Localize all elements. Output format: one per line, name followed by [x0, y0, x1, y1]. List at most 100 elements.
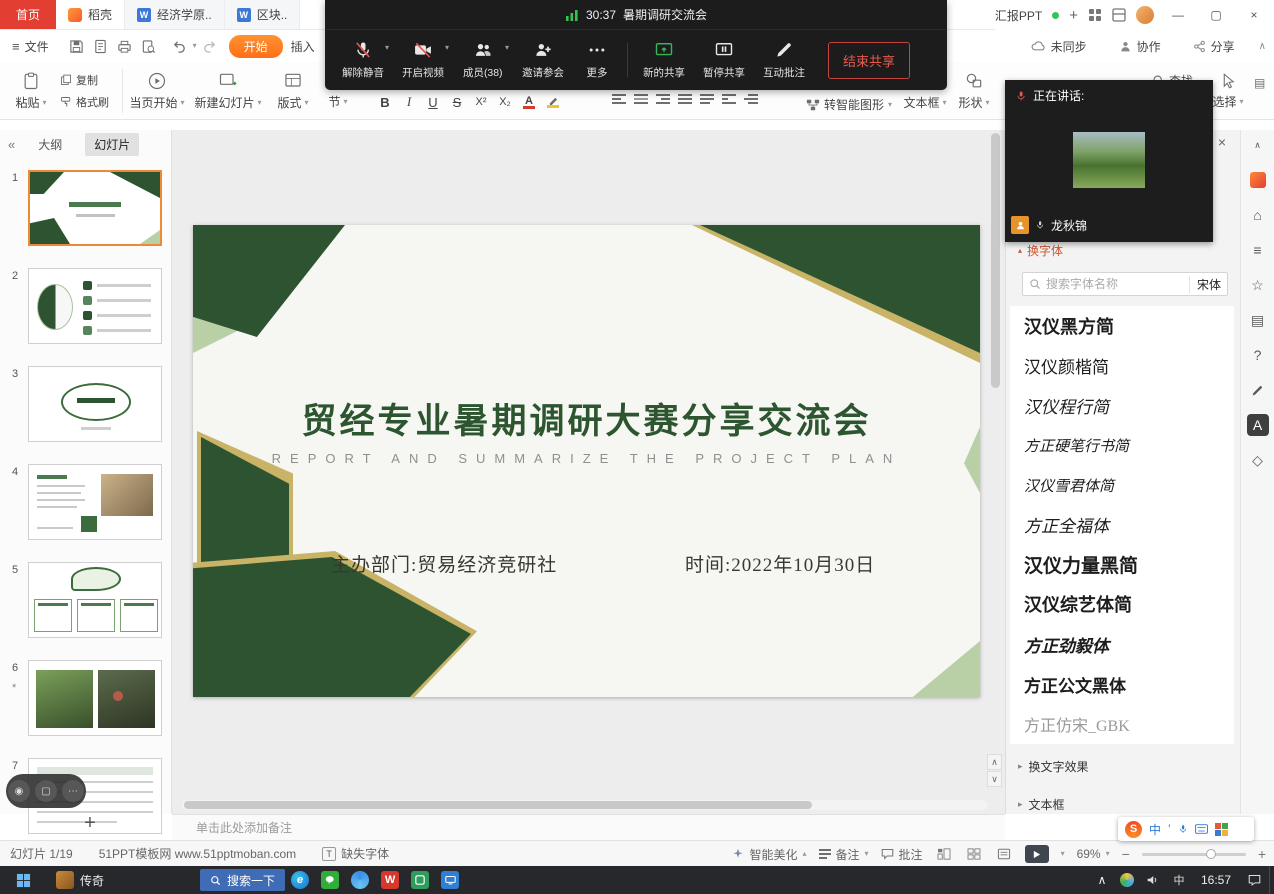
- close-button[interactable]: ×: [1240, 0, 1268, 30]
- home-panel-icon[interactable]: ⌂: [1247, 204, 1269, 226]
- font-list-item[interactable]: 汉仪程行简: [1010, 386, 1234, 426]
- tab-docer[interactable]: 稻壳: [56, 0, 125, 29]
- slide-subtitle-text[interactable]: REPORT AND SUMMARIZE THE PROJECT PLAN: [193, 451, 980, 466]
- layout-panel-icon[interactable]: ▤: [1247, 309, 1269, 331]
- align-left-icon[interactable]: [612, 94, 626, 104]
- ime-toolbox-icon[interactable]: [1215, 823, 1228, 836]
- superscript-button[interactable]: X²: [470, 92, 492, 112]
- strikethrough-button[interactable]: S: [446, 92, 468, 112]
- slide-thumbnail-3[interactable]: [28, 366, 162, 442]
- ime-mic-icon[interactable]: [1178, 823, 1188, 835]
- collapse-sidebar-icon[interactable]: «: [8, 137, 15, 152]
- slide-thumbnail-4[interactable]: [28, 464, 162, 540]
- slide-date-text[interactable]: 时间:2022年10月30日: [685, 550, 875, 577]
- outline-panel-icon[interactable]: ≡: [1247, 239, 1269, 261]
- font-search-input[interactable]: [1046, 277, 1184, 291]
- sogou-logo-icon[interactable]: S: [1125, 821, 1142, 838]
- previous-slide-button[interactable]: ∧: [987, 754, 1002, 770]
- sync-status[interactable]: 未同步: [1023, 38, 1095, 55]
- slide-thumbnail-5[interactable]: [28, 562, 162, 638]
- ime-toolbar[interactable]: S 中 ’: [1118, 817, 1254, 841]
- pause-share-button[interactable]: 暂停共享: [694, 33, 754, 87]
- indent-icon[interactable]: [744, 94, 758, 104]
- close-panel-button[interactable]: ×: [1212, 132, 1232, 152]
- format-painter-button[interactable]: 格式刷: [60, 94, 109, 110]
- maximize-button[interactable]: ▢: [1202, 0, 1230, 30]
- shapes-button[interactable]: 形状▾: [952, 66, 996, 116]
- italic-button[interactable]: I: [398, 92, 420, 112]
- highlight-button[interactable]: [542, 92, 564, 112]
- ribbon-tab-start[interactable]: 开始: [229, 35, 283, 58]
- align-right-icon[interactable]: [656, 94, 670, 104]
- horizontal-scrollbar[interactable]: [182, 800, 988, 810]
- zoom-out-button[interactable]: −: [1122, 846, 1130, 862]
- add-slide-button[interactable]: +: [78, 812, 102, 835]
- widget-window-icon[interactable]: ▢: [35, 780, 57, 802]
- taskbar-green-app-icon[interactable]: [405, 866, 435, 894]
- ime-keyboard-icon[interactable]: [1195, 824, 1208, 834]
- scroll-up-icon[interactable]: ∧: [1247, 134, 1269, 156]
- zoom-in-button[interactable]: +: [1258, 846, 1266, 862]
- start-video-button[interactable]: 开启视频 ▾: [393, 33, 453, 87]
- text-box-section-header[interactable]: ▸ 文本框: [1018, 796, 1065, 813]
- paste-button[interactable]: 粘贴▾: [8, 66, 54, 116]
- text-color-button[interactable]: A: [518, 92, 540, 112]
- font-list-item[interactable]: 汉仪综艺体简: [1010, 585, 1234, 625]
- align-justify-icon[interactable]: [678, 94, 692, 104]
- ime-punctuation-icon[interactable]: ’: [1168, 822, 1171, 836]
- play-options-caret-icon[interactable]: ▾: [1061, 850, 1065, 858]
- members-button[interactable]: 成员(38) ▾: [453, 33, 513, 87]
- smart-graphic-button[interactable]: 转智能图形 ▾: [806, 96, 892, 113]
- meeting-status-bar[interactable]: 30:37 暑期调研交流会: [325, 0, 947, 30]
- redo-icon[interactable]: [197, 39, 223, 54]
- shapes-panel-icon[interactable]: ◇: [1247, 449, 1269, 471]
- beautify-button[interactable]: 智能美化 ▴: [732, 846, 806, 863]
- new-tab-button[interactable]: +: [1069, 7, 1078, 24]
- font-list-item[interactable]: 方正公文黑体: [1010, 664, 1234, 704]
- tab-doc-2[interactable]: W 区块..: [225, 0, 301, 29]
- bold-button[interactable]: B: [374, 92, 396, 112]
- share-button[interactable]: 分享: [1185, 38, 1243, 55]
- font-list-item[interactable]: 汉仪黑方简: [1010, 306, 1234, 346]
- reading-view-icon[interactable]: [995, 846, 1013, 862]
- current-font-dropdown[interactable]: 宋体: [1189, 276, 1221, 293]
- task-pane-toggle-icon[interactable]: ▤: [1254, 76, 1265, 90]
- tray-notification-icon[interactable]: [1241, 866, 1267, 894]
- slide-thumbnail-2[interactable]: [28, 268, 162, 344]
- pinned-app-chuanqi[interactable]: 传奇: [46, 866, 114, 894]
- export-pdf-icon[interactable]: [89, 39, 113, 54]
- favorites-icon[interactable]: ☆: [1247, 274, 1269, 296]
- vertical-scrollbar[interactable]: [991, 133, 1000, 388]
- zoom-slider-thumb[interactable]: [1206, 849, 1216, 859]
- save-icon[interactable]: [65, 39, 89, 54]
- slide-thumbnail-6[interactable]: [28, 660, 162, 736]
- new-share-button[interactable]: 新的共享: [634, 33, 694, 87]
- tab-outline[interactable]: 大纲: [29, 133, 71, 156]
- copy-button[interactable]: 复制: [60, 72, 109, 88]
- print-preview-icon[interactable]: [137, 39, 161, 54]
- font-list-item[interactable]: 汉仪雪君体简: [1010, 465, 1234, 505]
- collapse-ribbon-icon[interactable]: ∧: [1259, 41, 1266, 52]
- font-list-item[interactable]: 方正劲毅体: [1010, 624, 1234, 664]
- print-icon[interactable]: [113, 39, 137, 54]
- more-button[interactable]: 更多: [573, 33, 621, 87]
- annotate-button[interactable]: 互动批注: [754, 33, 814, 87]
- tray-ime-indicator[interactable]: 中: [1167, 866, 1191, 894]
- new-slide-button[interactable]: 新建幻灯片▾: [190, 66, 266, 116]
- tray-volume-icon[interactable]: [1141, 866, 1165, 894]
- tray-expand-icon[interactable]: ∧: [1091, 866, 1113, 894]
- normal-view-icon[interactable]: [935, 846, 953, 862]
- file-menu[interactable]: ≡ 文件: [4, 38, 57, 55]
- skin-icon[interactable]: [1247, 169, 1269, 191]
- widget-record-icon[interactable]: ◉: [8, 780, 30, 802]
- comments-button[interactable]: 批注: [881, 846, 923, 863]
- meeting-video-panel[interactable]: 正在讲话: 龙秋锦: [1005, 80, 1213, 242]
- collab-button[interactable]: 协作: [1111, 38, 1169, 55]
- apps-grid-icon[interactable]: [1088, 8, 1102, 22]
- text-effect-section-header[interactable]: ▸ 换文字效果: [1018, 758, 1089, 775]
- tray-clock[interactable]: 16:57: [1193, 873, 1239, 887]
- slideshow-play-button[interactable]: [1025, 845, 1049, 863]
- taskbar-tv-app-icon[interactable]: [435, 866, 465, 894]
- subscript-button[interactable]: X₂: [494, 92, 516, 112]
- layout-button[interactable]: 版式▾: [270, 66, 316, 116]
